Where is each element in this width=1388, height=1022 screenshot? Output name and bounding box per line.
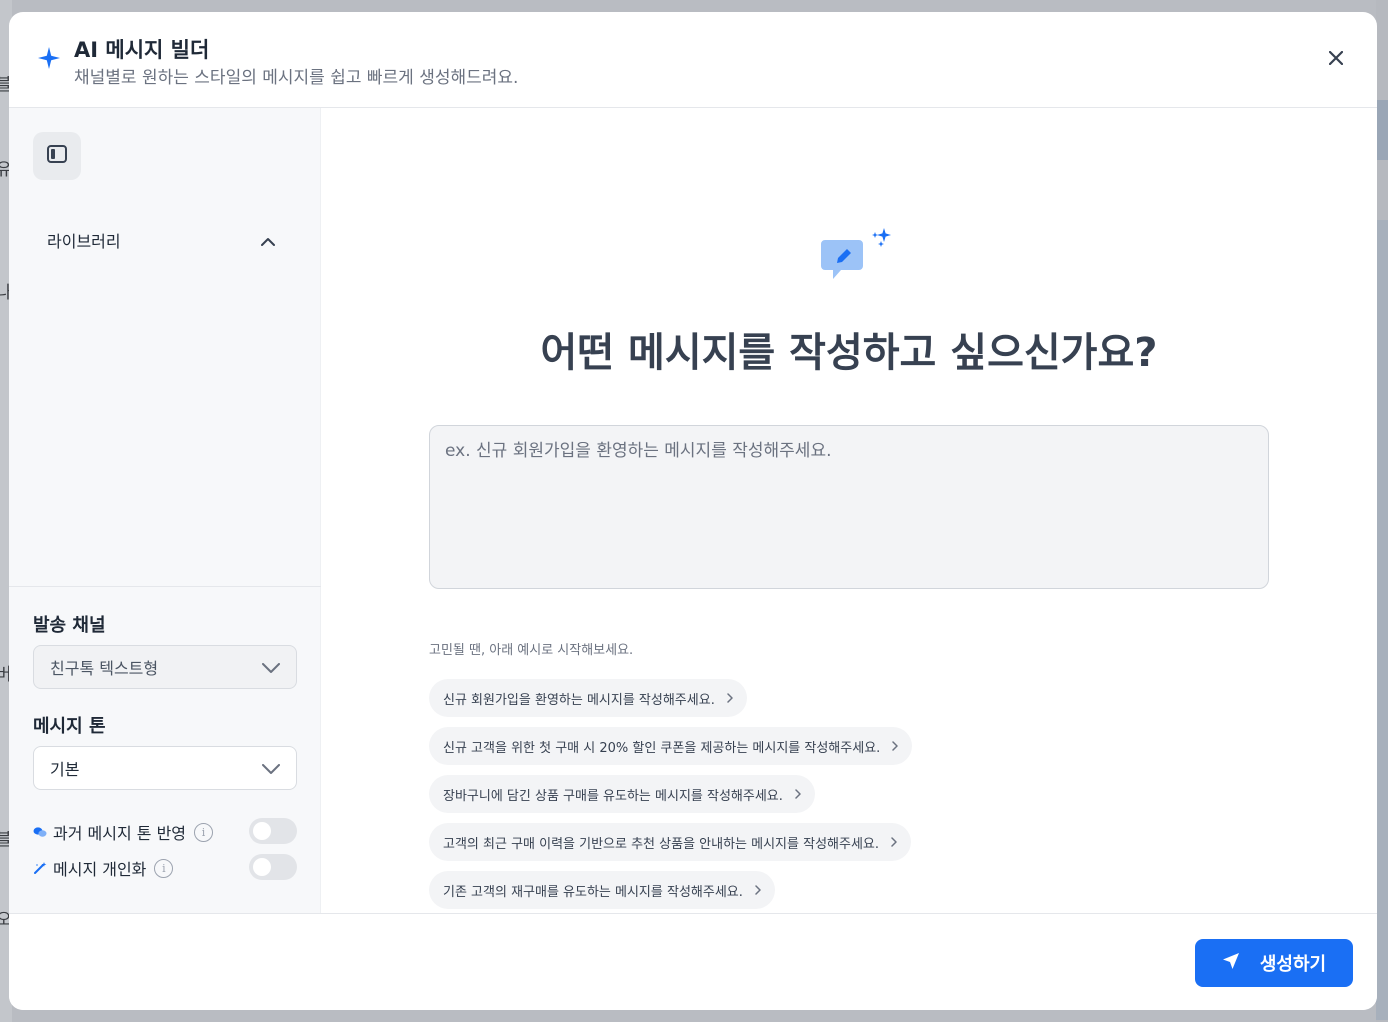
past-tone-switch[interactable] [249, 818, 297, 844]
example-chip-label: 고객의 최근 구매 이력을 기반으로 추천 상품을 안내하는 메시지를 작성해주… [443, 836, 880, 852]
channel-select-value: 친구톡 텍스트형 [50, 659, 159, 678]
example-chip-label: 신규 고객을 위한 첫 구매 시 20% 할인 쿠폰을 제공하는 메시지를 작성… [443, 740, 881, 756]
message-prompt-input[interactable] [429, 425, 1269, 589]
example-chip[interactable]: 신규 회원가입을 환영하는 메시지를 작성해주세요. [429, 679, 747, 717]
library-label: 라이브러리 [47, 232, 121, 251]
message-settings-panel: 발송 채널 친구톡 텍스트형 메시지 톤 기본 과거 메시지 톤 반영 i 메시… [9, 586, 321, 913]
personalization-toggle-row: 메시지 개인화 i [33, 854, 297, 882]
tone-select[interactable]: 기본 [33, 746, 297, 790]
background-page-right [1376, 0, 1388, 1022]
past-tone-toggle-row: 과거 메시지 톤 반영 i [33, 818, 297, 846]
main-content: 어떤 메시지를 작성하고 싶으신가요? 고민될 땐, 아래 예시로 시작해보세요… [321, 108, 1377, 913]
library-section-header[interactable]: 라이브러리 [33, 220, 289, 260]
chevron-right-icon [727, 693, 733, 703]
example-chip-label: 장바구니에 담긴 상품 구매를 유도하는 메시지를 작성해주세요. [443, 788, 783, 804]
send-icon [1222, 952, 1240, 975]
modal-title: AI 메시지 빌더 [74, 38, 210, 62]
edit-message-sparkle-icon [813, 228, 893, 288]
example-chip[interactable]: 신규 고객을 위한 첫 구매 시 20% 할인 쿠폰을 제공하는 메시지를 작성… [429, 727, 913, 765]
page-title: 어떤 메시지를 작성하고 싶으신가요? [540, 330, 1158, 376]
modal-footer: 생성하기 [9, 913, 1377, 1010]
chat-bubbles-icon [33, 825, 47, 839]
past-tone-label: 과거 메시지 톤 반영 [53, 824, 187, 843]
close-button[interactable] [1325, 48, 1347, 70]
tone-select-value: 기본 [50, 760, 80, 779]
info-icon[interactable]: i [194, 822, 214, 842]
chevron-right-icon [755, 885, 761, 895]
ai-message-builder-modal: AI 메시지 빌더 채널별로 원하는 스타일의 메시지를 쉽고 빠르게 생성해드… [9, 12, 1377, 1010]
sidebar-panel-icon [47, 145, 67, 167]
example-chip-label: 신규 회원가입을 환영하는 메시지를 작성해주세요. [443, 692, 715, 708]
examples-hint: 고민될 땐, 아래 예시로 시작해보세요. [429, 643, 634, 658]
chevron-down-icon [262, 658, 280, 677]
magic-wand-icon [33, 861, 47, 875]
sidebar-toggle-button[interactable] [33, 132, 81, 180]
close-icon [1328, 50, 1344, 69]
generate-button-label: 생성하기 [1259, 954, 1327, 975]
example-chip[interactable]: 기존 고객의 재구매를 유도하는 메시지를 작성해주세요. [429, 871, 775, 909]
channel-label: 발송 채널 [33, 615, 106, 636]
modal-header: AI 메시지 빌더 채널별로 원하는 스타일의 메시지를 쉽고 빠르게 생성해드… [9, 12, 1377, 108]
chevron-right-icon [795, 789, 801, 799]
sidebar: 라이브러리 발송 채널 친구톡 텍스트형 메시지 톤 기본 과거 메시지 톤 반… [9, 108, 321, 913]
example-chip[interactable]: 장바구니에 담긴 상품 구매를 유도하는 메시지를 작성해주세요. [429, 775, 815, 813]
personalization-switch[interactable] [249, 854, 297, 880]
sparkle-icon [37, 46, 61, 70]
modal-subtitle: 채널별로 원하는 스타일의 메시지를 쉽고 빠르게 생성해드려요. [74, 68, 519, 88]
example-chip-label: 기존 고객의 재구매를 유도하는 메시지를 작성해주세요. [443, 884, 743, 900]
chevron-up-icon [261, 231, 275, 250]
chevron-right-icon [892, 741, 899, 751]
example-chip[interactable]: 고객의 최근 구매 이력을 기반으로 추천 상품을 안내하는 메시지를 작성해주… [429, 823, 912, 861]
generate-button[interactable]: 생성하기 [1195, 939, 1353, 987]
chevron-down-icon [262, 759, 280, 778]
chevron-right-icon [891, 837, 897, 847]
info-icon[interactable]: i [154, 858, 174, 878]
tone-label: 메시지 톤 [33, 716, 106, 737]
channel-select[interactable]: 친구톡 텍스트형 [33, 645, 297, 689]
personalization-label: 메시지 개인화 [53, 860, 147, 879]
